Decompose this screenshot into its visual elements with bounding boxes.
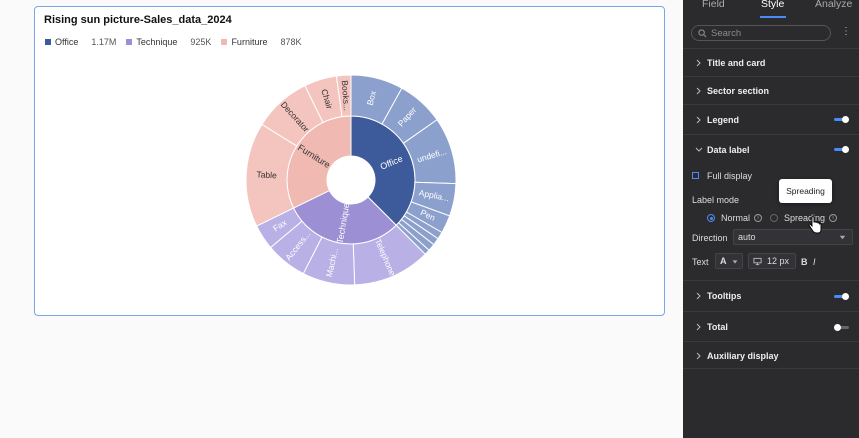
- bold-button[interactable]: B: [801, 257, 808, 267]
- section-title: Auxiliary display: [707, 351, 779, 361]
- font-size-input[interactable]: 12 px: [748, 253, 796, 269]
- radio-normal[interactable]: [707, 214, 715, 222]
- sunburst-chart: OfficeTechniqueFurnitureBoxPaperundefi..…: [245, 74, 457, 286]
- more-options-icon[interactable]: ⋮: [841, 27, 851, 37]
- chevron-right-icon: [696, 352, 701, 360]
- section-title[interactable]: Data label: [707, 145, 750, 155]
- radio-spreading[interactable]: [770, 214, 778, 222]
- chevron-down-icon: [732, 260, 738, 264]
- section-legend[interactable]: Legend: [683, 104, 859, 134]
- tooltips-toggle[interactable]: [834, 293, 849, 300]
- info-icon: i: [754, 214, 762, 222]
- chevron-right-icon: [696, 292, 701, 300]
- section-title-and-card[interactable]: Title and card: [683, 48, 859, 76]
- label-outer-table: Table: [256, 169, 277, 180]
- font-size-value: 12 px: [767, 256, 790, 266]
- tab-style[interactable]: Style: [761, 0, 784, 10]
- chevron-down-icon[interactable]: [694, 145, 704, 155]
- active-tab-indicator: [760, 16, 786, 18]
- section-title: Legend: [707, 115, 740, 125]
- label-mode-label: Label mode: [692, 195, 740, 205]
- search-icon: [698, 28, 707, 37]
- legend-toggle[interactable]: [834, 116, 849, 123]
- section-sector-section[interactable]: Sector section: [683, 76, 859, 104]
- style-panel: Field Style Analyze Search ⋮ Title and c…: [683, 0, 859, 438]
- direction-select[interactable]: auto: [733, 229, 853, 245]
- section-title: Title and card: [707, 58, 766, 68]
- text-label: Text: [692, 257, 709, 267]
- chevron-down-icon: [839, 235, 846, 240]
- label-outer-books: Books...: [340, 80, 352, 111]
- section-title: Total: [707, 322, 728, 332]
- mode-normal-label: Normal: [721, 213, 751, 223]
- total-toggle[interactable]: [834, 324, 849, 331]
- search-input[interactable]: Search: [691, 25, 831, 41]
- chevron-right-icon: [696, 87, 701, 95]
- section-tooltips[interactable]: Tooltips: [683, 280, 859, 311]
- chevron-right-icon: [696, 59, 701, 67]
- font-sample: A: [720, 256, 727, 266]
- section-title: Sector section: [707, 86, 770, 96]
- spreading-tooltip: Spreading: [779, 179, 832, 203]
- sunburst-group: OfficeTechniqueFurnitureBoxPaperundefi..…: [245, 74, 457, 286]
- canvas-area: Rising sun picture-Sales_data_2024 Offic…: [0, 0, 683, 438]
- direction-value: auto: [738, 232, 756, 242]
- chevron-right-icon: [696, 116, 701, 124]
- section-total[interactable]: Total: [683, 311, 859, 341]
- hand-cursor-icon: [808, 216, 822, 234]
- section-title: Tooltips: [707, 291, 742, 301]
- chevron-right-icon: [696, 323, 701, 331]
- monitor-icon: [753, 257, 762, 266]
- info-icon: i: [829, 214, 837, 222]
- panel-tabs: Field Style Analyze: [683, 0, 859, 18]
- tab-field[interactable]: Field: [702, 0, 725, 10]
- chart-card[interactable]: Rising sun picture-Sales_data_2024 Offic…: [34, 6, 665, 316]
- section-auxiliary-display[interactable]: Auxiliary display: [683, 341, 859, 369]
- italic-button[interactable]: I: [813, 257, 816, 267]
- tab-analyze[interactable]: Analyze: [815, 0, 852, 10]
- direction-label: Direction: [692, 233, 728, 243]
- radio-dot: [709, 216, 713, 220]
- search-placeholder: Search: [711, 27, 742, 39]
- font-color-select[interactable]: A: [715, 253, 743, 269]
- data-label-toggle[interactable]: [834, 146, 849, 153]
- full-display-label: Full display: [707, 171, 753, 181]
- full-display-checkbox[interactable]: [692, 172, 699, 179]
